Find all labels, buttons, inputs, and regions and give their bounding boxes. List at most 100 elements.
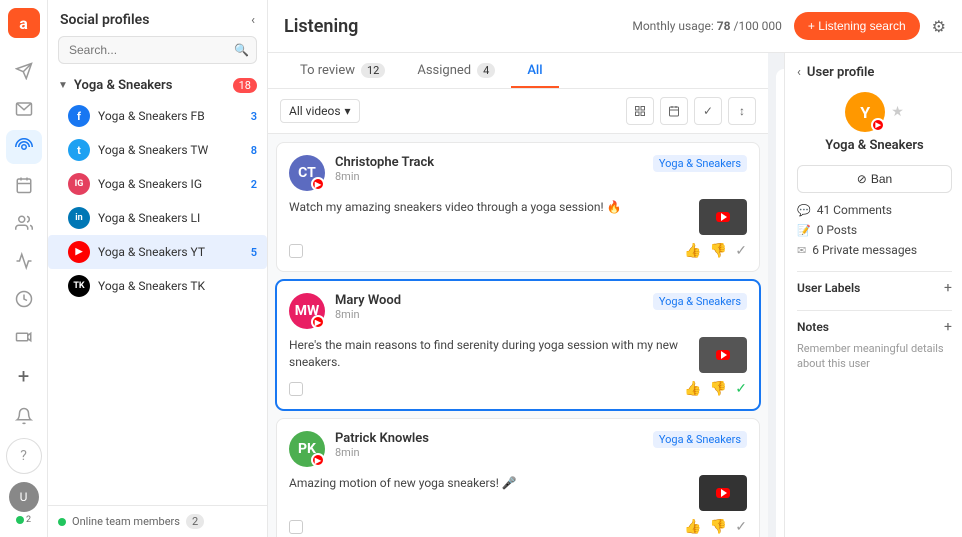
tab-to-review[interactable]: To review 12 bbox=[284, 53, 401, 88]
tab-badge-to-review: 12 bbox=[361, 63, 385, 78]
search-input[interactable] bbox=[58, 36, 257, 64]
thumbs-up-icon[interactable]: 👍 bbox=[684, 243, 701, 259]
settings-icon[interactable]: ⚙ bbox=[932, 17, 946, 36]
social-panel-title: Social profiles bbox=[60, 12, 149, 28]
list-item[interactable]: MW ▶ Mary Wood 8min Yoga & Sneakers Here… bbox=[276, 280, 760, 410]
platform-dot-icon: ▶ bbox=[311, 315, 325, 329]
notes-section: Notes + bbox=[797, 319, 952, 335]
add-note-button[interactable]: + bbox=[944, 319, 952, 335]
check-filter-button[interactable]: ✓ bbox=[694, 97, 722, 125]
filter-select[interactable]: All videos ▾ bbox=[280, 99, 360, 123]
user-profile-header[interactable]: ‹ User profile bbox=[797, 65, 952, 80]
sidebar-item-users[interactable] bbox=[6, 206, 42, 240]
detail-panel: ');background-size:cover;"> Y ▶ Yoga bbox=[768, 53, 784, 537]
grid-view-button[interactable] bbox=[626, 97, 654, 125]
app-logo[interactable]: a bbox=[8, 8, 40, 38]
notes-text: Remember meaningful details about this u… bbox=[797, 341, 952, 372]
main-panel: Listening Monthly usage: 78 /100 000 + L… bbox=[268, 0, 962, 537]
sidebar-item-clock[interactable] bbox=[6, 282, 42, 316]
profile-item-ig[interactable]: IG Yoga & Sneakers IG 2 bbox=[48, 167, 267, 201]
profile-platform-icon-yt: ▶ bbox=[68, 241, 90, 263]
add-listening-search-button[interactable]: + Listening search bbox=[794, 12, 920, 40]
star-icon[interactable]: ★ bbox=[891, 104, 904, 120]
feed-content: Here's the main reasons to find serenity… bbox=[289, 337, 747, 373]
post-detail: Y ▶ Yoga & Sneakers 14th of June 2022, 1… bbox=[776, 69, 784, 537]
stat-posts-value: 0 Posts bbox=[817, 223, 857, 237]
profile-item-tk[interactable]: TK Yoga & Sneakers TK bbox=[48, 269, 267, 303]
divider bbox=[797, 271, 952, 272]
collapse-button[interactable]: ‹ bbox=[251, 13, 255, 28]
comments-icon: 💬 bbox=[797, 204, 811, 217]
help-icon[interactable]: ? bbox=[6, 438, 42, 474]
group-name: Yoga & Sneakers bbox=[74, 78, 227, 93]
sidebar-item-video[interactable] bbox=[6, 320, 42, 354]
stat-comments: 💬 41 Comments bbox=[797, 203, 952, 217]
sort-filter-button[interactable]: ↕ bbox=[728, 97, 756, 125]
profile-name-li: Yoga & Sneakers LI bbox=[98, 211, 249, 225]
messages-icon: ✉ bbox=[797, 244, 806, 257]
stat-messages: ✉ 6 Private messages bbox=[797, 243, 952, 257]
user-profile-panel: ‹ User profile Y ▶ ★ Yoga & Sneakers bbox=[784, 53, 962, 537]
sidebar-item-send[interactable] bbox=[6, 54, 42, 88]
sidebar-item-listening[interactable] bbox=[6, 130, 42, 164]
feed-item-meta: Patrick Knowles 8min bbox=[335, 431, 643, 459]
feed-checkbox[interactable] bbox=[289, 520, 303, 534]
thumbs-up-icon[interactable]: 👍 bbox=[684, 519, 701, 535]
header-right: Monthly usage: 78 /100 000 + Listening s… bbox=[632, 12, 946, 40]
add-label-button[interactable]: + bbox=[944, 280, 952, 296]
tab-assigned[interactable]: Assigned 4 bbox=[401, 53, 511, 88]
check-icon[interactable]: ✓ bbox=[735, 519, 747, 535]
add-icon[interactable]: + bbox=[6, 358, 42, 394]
feed-checkbox[interactable] bbox=[289, 382, 303, 396]
check-icon[interactable]: ✓ bbox=[735, 381, 747, 397]
profile-item-fb[interactable]: f Yoga & Sneakers FB 3 bbox=[48, 99, 267, 133]
profile-item-yt[interactable]: ▶ Yoga & Sneakers YT 5 bbox=[48, 235, 267, 269]
feed-checkbox[interactable] bbox=[289, 244, 303, 258]
back-arrow-icon[interactable]: ‹ bbox=[797, 65, 801, 80]
avatar[interactable]: U bbox=[9, 482, 39, 512]
list-item[interactable]: PK ▶ Patrick Knowles 8min Yoga & Sneaker… bbox=[276, 418, 760, 537]
thumbs-down-icon[interactable]: 👎 bbox=[710, 381, 727, 397]
filter-icons: ✓ ↕ bbox=[626, 97, 756, 125]
page-title: Listening bbox=[284, 16, 358, 37]
online-members-bar: Online team members 2 bbox=[48, 505, 267, 537]
feed-author: Christophe Track bbox=[335, 155, 643, 170]
online-dot bbox=[58, 518, 66, 526]
feed-item-header: PK ▶ Patrick Knowles 8min Yoga & Sneaker… bbox=[289, 431, 747, 467]
thumbs-down-icon[interactable]: 👎 bbox=[710, 519, 727, 535]
ban-icon: ⊘ bbox=[857, 172, 867, 186]
profile-badge-tw: 8 bbox=[251, 144, 257, 157]
profile-platform-icon-li: in bbox=[68, 207, 90, 229]
list-item[interactable]: CT ▶ Christophe Track 8min Yoga & Sneake… bbox=[276, 142, 760, 272]
profile-group-header[interactable]: ▼ Yoga & Sneakers 18 bbox=[48, 72, 267, 99]
feed-item-header: MW ▶ Mary Wood 8min Yoga & Sneakers bbox=[289, 293, 747, 329]
user-card-avatar: Y ▶ bbox=[845, 92, 885, 132]
calendar-filter-button[interactable] bbox=[660, 97, 688, 125]
check-icon[interactable]: ✓ bbox=[735, 243, 747, 259]
avatar: MW ▶ bbox=[289, 293, 325, 329]
thumbs-up-icon[interactable]: 👍 bbox=[684, 381, 701, 397]
search-icon: 🔍 bbox=[234, 43, 249, 57]
bell-icon[interactable] bbox=[6, 398, 42, 434]
feed-thumbnail bbox=[699, 337, 747, 373]
profile-item-li[interactable]: in Yoga & Sneakers LI bbox=[48, 201, 267, 235]
sidebar-item-calendar[interactable] bbox=[6, 168, 42, 202]
profile-badge-yt: 5 bbox=[251, 246, 257, 259]
profile-platform-icon-tw: t bbox=[68, 139, 90, 161]
sidebar-item-analytics[interactable] bbox=[6, 244, 42, 278]
profile-platform-icon-fb: f bbox=[68, 105, 90, 127]
filter-label: All videos bbox=[289, 104, 341, 118]
online-members-label: Online team members bbox=[72, 515, 180, 528]
profile-item-tw[interactable]: t Yoga & Sneakers TW 8 bbox=[48, 133, 267, 167]
content-split: To review 12 Assigned 4 All All videos bbox=[268, 53, 962, 537]
yt-platform-dot-icon: ▶ bbox=[871, 118, 885, 132]
chevron-down-icon: ▾ bbox=[345, 104, 351, 118]
feed-tag: Yoga & Sneakers bbox=[653, 293, 747, 310]
ban-button[interactable]: ⊘ Ban bbox=[797, 165, 952, 193]
notes-title: Notes bbox=[797, 320, 829, 334]
feed-content-text: Here's the main reasons to find serenity… bbox=[289, 337, 691, 371]
tab-all[interactable]: All bbox=[511, 53, 558, 88]
feed-thumbnail bbox=[699, 475, 747, 511]
sidebar-item-inbox[interactable] bbox=[6, 92, 42, 126]
thumbs-down-icon[interactable]: 👎 bbox=[710, 243, 727, 259]
